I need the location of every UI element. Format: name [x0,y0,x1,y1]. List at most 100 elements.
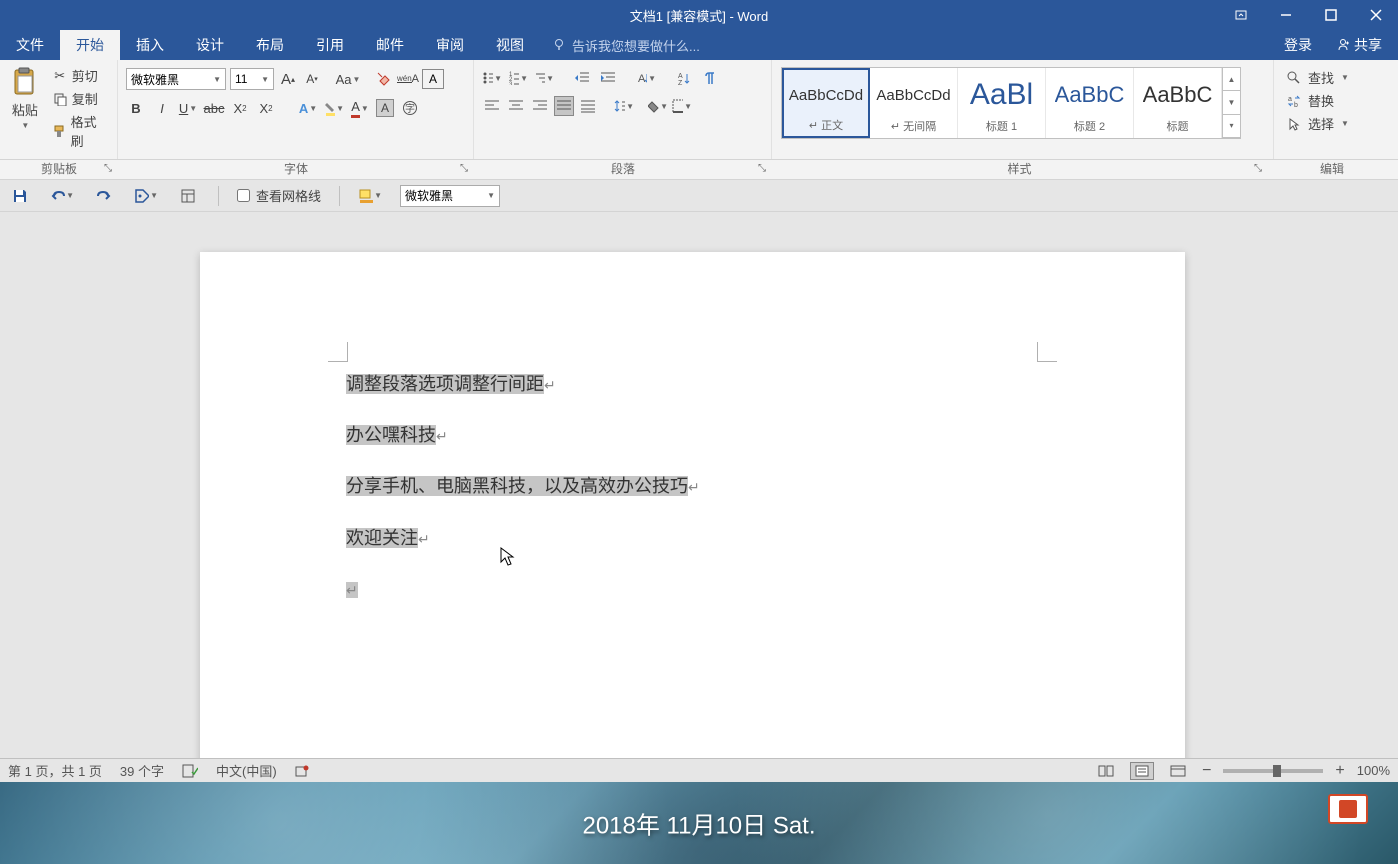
copy-button[interactable]: 复制 [52,89,107,108]
qat-highlight-button[interactable]: ▼ [358,184,382,208]
clear-format-button[interactable] [374,69,394,89]
doc-line-4[interactable]: 欢迎关注↵ [346,526,700,551]
align-center-button[interactable] [506,96,526,116]
sort-button[interactable]: AZ [674,68,694,88]
login-button[interactable]: 登录 [1272,35,1324,55]
replace-button[interactable]: ab 替换 [1282,89,1390,112]
status-language[interactable]: 中文(中国) [216,761,277,780]
show-marks-button[interactable] [700,68,720,88]
superscript-button[interactable]: X2 [256,98,276,118]
clipboard-launcher[interactable]: ⤡ [104,163,116,175]
font-color-button[interactable]: A▼ [350,98,370,118]
style-normal[interactable]: AaBbCcDd ↵ 正文 [782,68,870,138]
format-painter-button[interactable]: 格式刷 [52,112,107,150]
find-button[interactable]: 查找 ▼ [1282,66,1390,89]
style-title[interactable]: AaBbC 标题 [1134,68,1222,138]
align-right-button[interactable] [530,96,550,116]
strikethrough-button[interactable]: abc [204,98,224,118]
line-spacing-button[interactable]: ▼ [614,96,634,116]
powerpoint-tray-icon[interactable] [1328,794,1368,824]
style-no-spacing[interactable]: AaBbCcDd ↵ 无间隔 [870,68,958,138]
doc-line-3[interactable]: 分享手机、电脑黑科技，以及高效办公技巧↵ [346,474,700,499]
macro-record-icon[interactable] [295,764,309,778]
zoom-level[interactable]: 100% [1357,763,1390,778]
redo-button[interactable] [92,184,116,208]
char-shading-button[interactable]: A [376,99,394,117]
tab-review[interactable]: 审阅 [420,30,480,60]
print-layout-button[interactable] [1130,762,1154,780]
chevron-down-icon: ▼ [487,191,495,200]
group-clipboard: 粘贴 ▼ ✂ 剪切 复制 格式刷 [0,60,118,159]
tab-layout[interactable]: 布局 [240,30,300,60]
view-gridlines-checkbox[interactable]: 查看网格线 [237,186,321,205]
bold-button[interactable]: B [126,98,146,118]
font-launcher[interactable]: ⤡ [460,163,472,175]
doc-line-1[interactable]: 调整段落选项调整行间距↵ [346,372,700,397]
qat-tag-button[interactable]: ▼ [134,184,158,208]
borders-button[interactable]: ▼ [672,96,692,116]
qat-layout-button[interactable] [176,184,200,208]
tab-references[interactable]: 引用 [300,30,360,60]
font-size-combo[interactable]: 11 ▼ [230,68,274,90]
status-page[interactable]: 第 1 页，共 1 页 [8,761,102,780]
zoom-slider[interactable] [1223,769,1323,773]
text-effects-button[interactable]: A▼ [298,98,318,118]
close-button[interactable] [1353,0,1398,30]
subscript-button[interactable]: X2 [230,98,250,118]
style-heading2[interactable]: AaBbC 标题 2 [1046,68,1134,138]
shrink-font-button[interactable]: A▾ [302,69,322,89]
tell-me-search[interactable]: 告诉我您想要做什么... [540,30,712,60]
decrease-indent-button[interactable] [572,68,592,88]
phonetic-guide-button[interactable]: wénA [398,69,418,89]
align-distribute-button[interactable] [578,96,598,116]
ribbon-display-options-button[interactable] [1218,0,1263,30]
grow-font-button[interactable]: A▴ [278,69,298,89]
shading-button[interactable]: ▼ [648,96,668,116]
tab-insert[interactable]: 插入 [120,30,180,60]
style-heading1[interactable]: AaBl 标题 1 [958,68,1046,138]
zoom-in-button[interactable]: + [1335,762,1344,780]
zoom-out-button[interactable]: − [1202,762,1211,780]
document-page[interactable]: 调整段落选项调整行间距↵ 办公嘿科技↵ 分享手机、电脑黑科技，以及高效办公技巧↵… [200,252,1185,782]
doc-empty-line[interactable]: ↵ [346,577,700,602]
multilevel-list-button[interactable]: ▼ [534,68,554,88]
paragraph-launcher[interactable]: ⤡ [758,163,770,175]
tab-mailings[interactable]: 邮件 [360,30,420,60]
minimize-button[interactable] [1263,0,1308,30]
styles-launcher[interactable]: ⤡ [1254,163,1266,175]
increase-indent-button[interactable] [598,68,618,88]
font-name-combo[interactable]: 微软雅黑 ▼ [126,68,226,90]
tab-file[interactable]: 文件 [0,30,60,60]
doc-line-2[interactable]: 办公嘿科技↵ [346,423,700,448]
undo-button[interactable]: ▼ [50,184,74,208]
save-button[interactable] [8,184,32,208]
italic-button[interactable]: I [152,98,172,118]
change-case-button[interactable]: Aa▼ [338,69,358,89]
read-mode-button[interactable] [1094,762,1118,780]
share-button[interactable]: 共享 [1326,35,1392,55]
align-justify-button[interactable] [554,96,574,116]
zoom-thumb[interactable] [1273,765,1281,777]
highlight-button[interactable]: ▼ [324,98,344,118]
align-left-button[interactable] [482,96,502,116]
enclose-char-button[interactable]: 字 [400,98,420,118]
document-area[interactable]: 调整段落选项调整行间距↵ 办公嘿科技↵ 分享手机、电脑黑科技，以及高效办公技巧↵… [0,222,1398,782]
qat-font-combo[interactable]: 微软雅黑 ▼ [400,185,500,207]
cut-button[interactable]: ✂ 剪切 [52,66,107,85]
maximize-button[interactable] [1308,0,1353,30]
bullets-button[interactable]: ▼ [482,68,502,88]
asian-layout-button[interactable]: A▼ [636,68,656,88]
paste-button[interactable]: 粘贴 ▼ [6,64,44,157]
numbering-button[interactable]: 123▼ [508,68,528,88]
underline-button[interactable]: U▼ [178,98,198,118]
expand-icon: ▾ [1223,115,1240,138]
tab-view[interactable]: 视图 [480,30,540,60]
web-layout-button[interactable] [1166,762,1190,780]
styles-more-button[interactable]: ▲ ▼ ▾ [1222,68,1240,138]
tab-design[interactable]: 设计 [180,30,240,60]
tab-home[interactable]: 开始 [60,30,120,60]
char-border-button[interactable]: A [422,69,444,89]
select-button[interactable]: 选择 ▼ [1282,112,1390,135]
status-words[interactable]: 39 个字 [120,761,164,780]
spell-check-icon[interactable] [182,764,198,778]
